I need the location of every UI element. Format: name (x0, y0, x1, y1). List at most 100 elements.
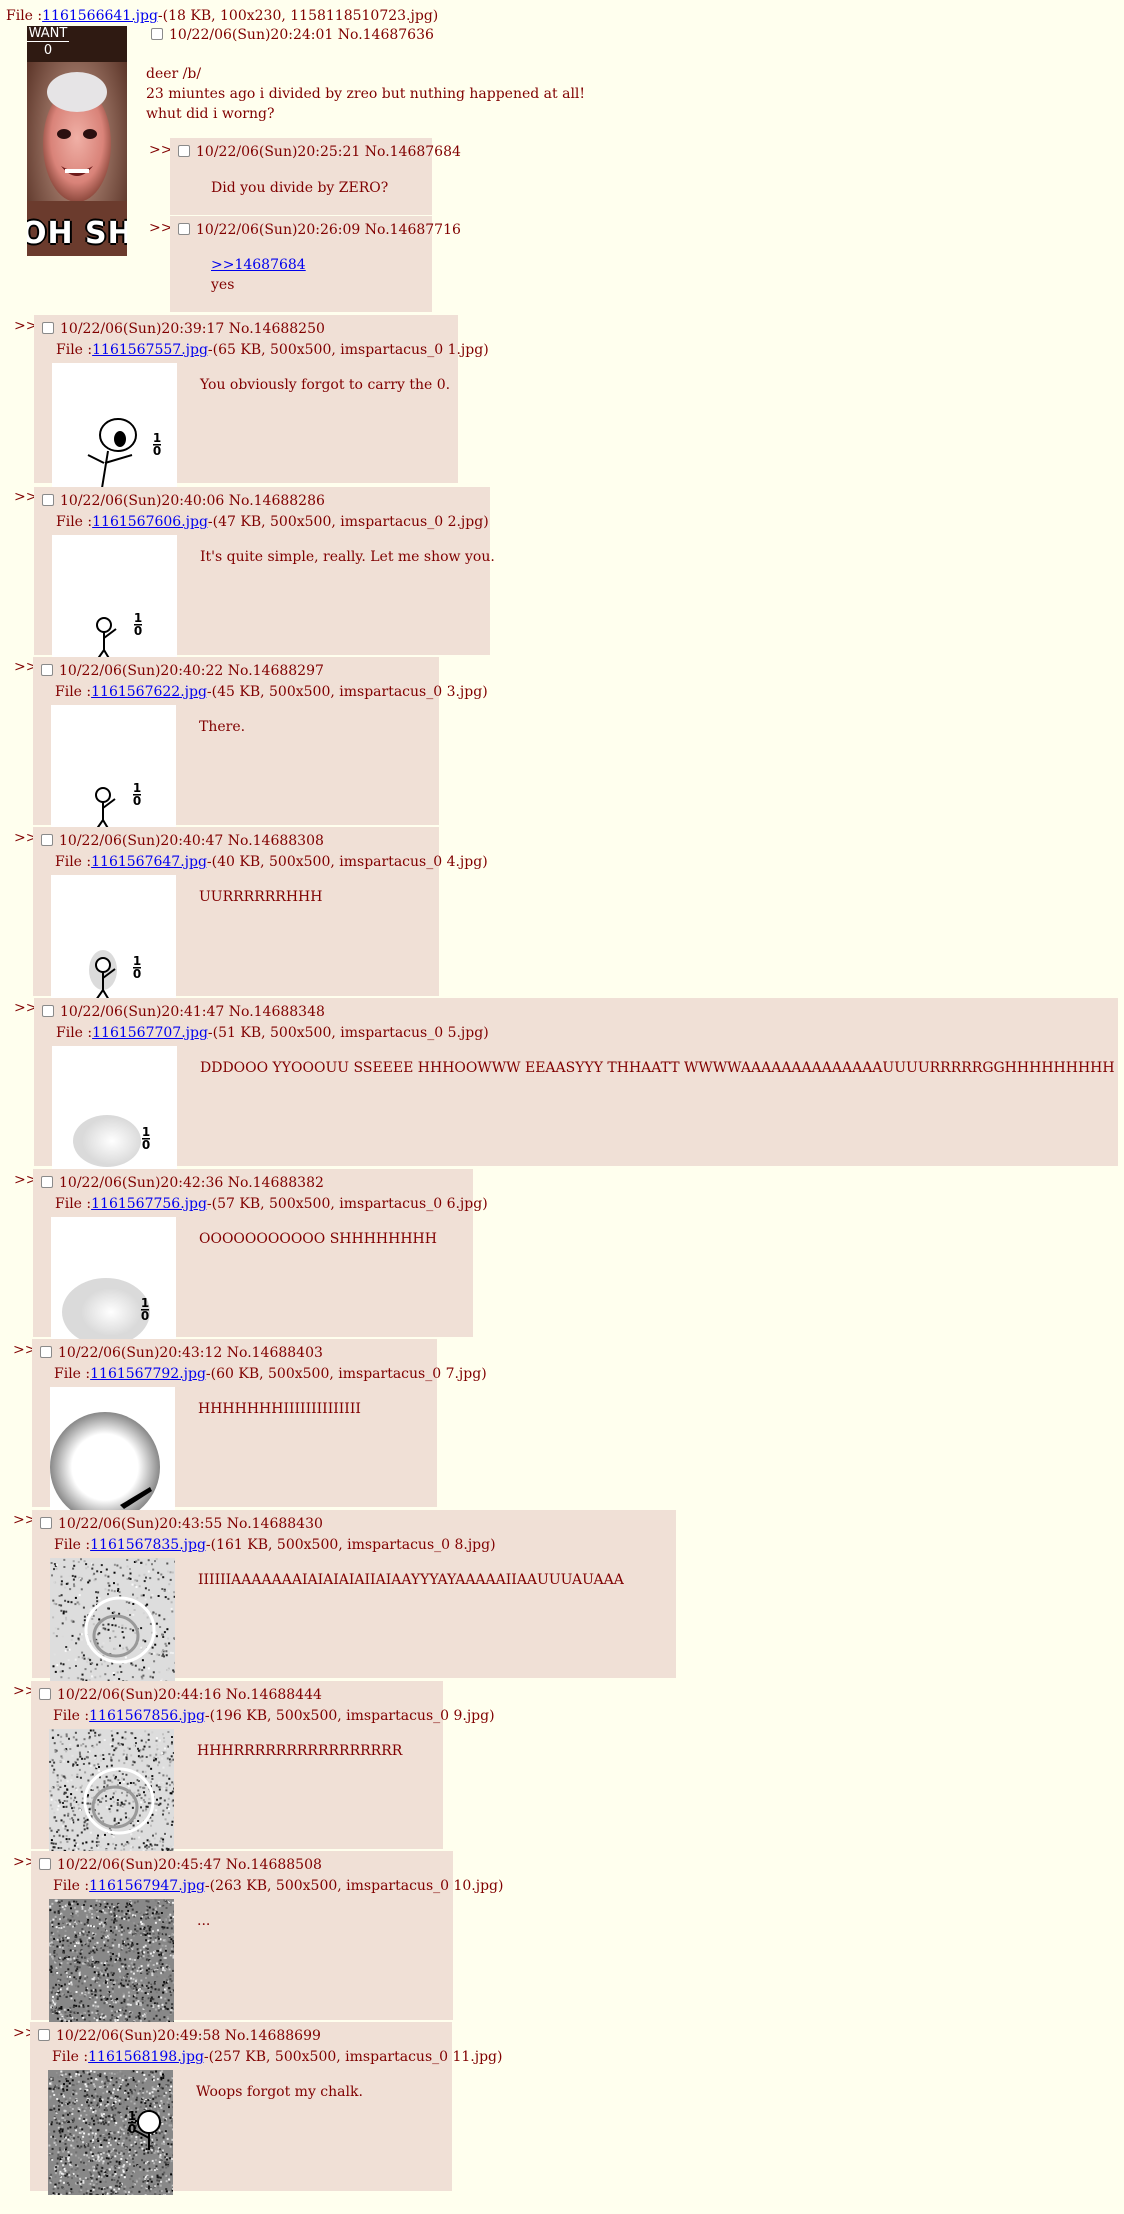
reply-message: There. (199, 719, 246, 735)
file-link[interactable]: 1161567606.jpg (92, 514, 208, 530)
reply-header: 10/22/06(Sun)20:26:09 No.14687716 (178, 222, 461, 238)
svg-text:0: 0 (142, 1138, 150, 1152)
svg-text:1: 1 (142, 1125, 150, 1139)
file-prefix: File : (54, 1537, 91, 1553)
reply-post: 10/22/06(Sun)20:45:47 No.14688508 File :1… (31, 1851, 503, 2024)
svg-text:1: 1 (128, 2109, 136, 2123)
file-link[interactable]: 1161567856.jpg (89, 1708, 205, 1724)
reply-post: 10/22/06(Sun)20:25:21 No.14687684 Did yo… (170, 138, 461, 215)
reply-header: 10/22/06(Sun)20:41:47 No.14688348 (42, 1004, 325, 1020)
file-link[interactable]: 1161567756.jpg (91, 1196, 207, 1212)
delete-checkbox[interactable] (42, 1005, 54, 1017)
reply-message: HHHHHHHIIIIIIIIIIIIII (198, 1401, 361, 1417)
delete-checkbox[interactable] (178, 223, 190, 235)
delete-checkbox[interactable] (41, 664, 53, 676)
reply-thumbnail[interactable]: 10 (51, 705, 176, 830)
reply-thumbnail[interactable]: 10 (51, 1217, 176, 1342)
reply-thumbnail[interactable]: 10 (48, 2070, 173, 2195)
reply-header: 10/22/06(Sun)20:40:22 No.14688297 (41, 663, 324, 679)
post-number[interactable]: No.14688250 (229, 321, 325, 337)
reply-file-info: File :1161567756.jpg-(57 KB, 500x500, im… (55, 1196, 488, 1212)
reply-header: 10/22/06(Sun)20:25:21 No.14687684 (178, 144, 461, 160)
file-link[interactable]: 1161567647.jpg (91, 854, 207, 870)
reply-thumbnail[interactable] (49, 1899, 174, 2024)
reply-arrow: >> (149, 142, 173, 158)
file-details: -(196 KB, 500x500, imspartacus_0 9.jpg) (204, 1708, 495, 1724)
op-file-info: File :1161566641.jpg-(18 KB, 100x230, 11… (6, 8, 438, 24)
svg-text:0: 0 (134, 624, 142, 638)
file-link[interactable]: 1161568198.jpg (88, 2049, 204, 2065)
post-number[interactable]: No.14688382 (228, 1175, 324, 1191)
file-link[interactable]: 1161567947.jpg (89, 1878, 205, 1894)
reply-thumbnail[interactable] (50, 1558, 175, 1683)
reply-thumbnail[interactable]: 10 (52, 1046, 177, 1171)
reply-message: DDDOOO YYOOOUU SSEEEE HHHOOWWW EEAASYYY … (200, 1060, 1115, 1076)
reply-file-info: File :1161568198.jpg-(257 KB, 500x500, i… (52, 2049, 502, 2065)
reply-thumbnail[interactable]: 10 (51, 875, 176, 1000)
reply-thumbnail[interactable] (49, 1729, 174, 1854)
fraction-mark: 10 (141, 1296, 149, 1323)
reply-post: 10/22/06(Sun)20:44:16 No.14688444 File :1… (31, 1681, 495, 1854)
post-number[interactable]: No.14688308 (228, 833, 324, 849)
delete-checkbox[interactable] (38, 2029, 50, 2041)
file-link[interactable]: 1161567622.jpg (91, 684, 207, 700)
file-link[interactable]: 1161567835.jpg (90, 1537, 206, 1553)
file-link[interactable]: 1161567707.jpg (92, 1025, 208, 1041)
op-file-link[interactable]: 1161566641.jpg (42, 8, 158, 24)
stick-figure-image: 10 (95, 781, 141, 830)
file-prefix: File : (56, 514, 93, 530)
delete-checkbox[interactable] (42, 494, 54, 506)
post-number[interactable]: No.14687636 (338, 27, 434, 43)
delete-checkbox[interactable] (40, 1517, 52, 1529)
post-number[interactable]: No.14687716 (365, 222, 461, 238)
quote-link[interactable]: >>14687684 (211, 257, 306, 273)
file-link[interactable]: 1161567557.jpg (92, 342, 208, 358)
reply-file-info: File :1161567557.jpg-(65 KB, 500x500, im… (56, 342, 489, 358)
post-number[interactable]: No.14688508 (226, 1857, 322, 1873)
reply-header: 10/22/06(Sun)20:40:47 No.14688308 (41, 833, 324, 849)
delete-checkbox[interactable] (40, 1346, 52, 1358)
reply-post: 10/22/06(Sun)20:39:17 No.14688250 File :1… (34, 315, 489, 488)
reply-file-info: File :1161567792.jpg-(60 KB, 500x500, im… (54, 1366, 487, 1382)
reply-message: Woops forgot my chalk. (196, 2084, 363, 2100)
stick-figure-image (49, 1729, 174, 1854)
file-details: -(47 KB, 500x500, imspartacus_0 2.jpg) (207, 514, 489, 530)
post-date: 10/22/06(Sun)20:25:21 (196, 144, 361, 160)
post-number[interactable]: No.14688297 (228, 663, 324, 679)
post-number[interactable]: No.14688699 (225, 2028, 321, 2044)
reply-message: You obviously forgot to carry the 0. (200, 377, 451, 393)
thumb-count-text: 0 (43, 43, 53, 58)
op-post-header: 10/22/06(Sun)20:24:01 No.14687636 (151, 27, 434, 43)
post-number[interactable]: No.14688348 (229, 1004, 325, 1020)
fraction-mark: 10 (134, 611, 142, 638)
delete-checkbox[interactable] (178, 145, 190, 157)
reply-message: Did you divide by ZERO? (211, 180, 389, 196)
reply-thumbnail[interactable]: 10 (52, 363, 177, 488)
delete-checkbox[interactable] (42, 322, 54, 334)
file-prefix: File : (55, 854, 92, 870)
post-number[interactable]: No.14688444 (226, 1687, 322, 1703)
stick-figure-image: 10 (62, 1278, 150, 1342)
delete-checkbox[interactable] (41, 834, 53, 846)
post-number[interactable]: No.14688286 (229, 493, 325, 509)
reply-header: 10/22/06(Sun)20:45:47 No.14688508 (39, 1857, 322, 1873)
post-date: 10/22/06(Sun)20:24:01 (169, 27, 334, 43)
delete-checkbox[interactable] (151, 28, 163, 40)
file-prefix: File : (56, 342, 93, 358)
post-number[interactable]: No.14688403 (227, 1345, 323, 1361)
op-thumbnail[interactable]: WANT 0 OH SHI (27, 26, 127, 256)
delete-checkbox[interactable] (39, 1858, 51, 1870)
reply-message: yes (211, 277, 235, 293)
stick-figure-image: 10 (96, 611, 142, 660)
delete-checkbox[interactable] (41, 1176, 53, 1188)
fraction-mark: 10 (133, 954, 141, 981)
file-link[interactable]: 1161567792.jpg (90, 1366, 206, 1382)
reply-thumbnail[interactable]: 10 (52, 535, 177, 660)
reply-thumbnail[interactable] (50, 1387, 175, 1512)
delete-checkbox[interactable] (39, 1688, 51, 1700)
post-number[interactable]: No.14688430 (227, 1516, 323, 1532)
post-number[interactable]: No.14687684 (365, 144, 461, 160)
fraction-mark: 10 (133, 781, 141, 808)
reply-message: ... (197, 1913, 211, 1929)
reply-file-info: File :1161567947.jpg-(263 KB, 500x500, i… (53, 1878, 503, 1894)
